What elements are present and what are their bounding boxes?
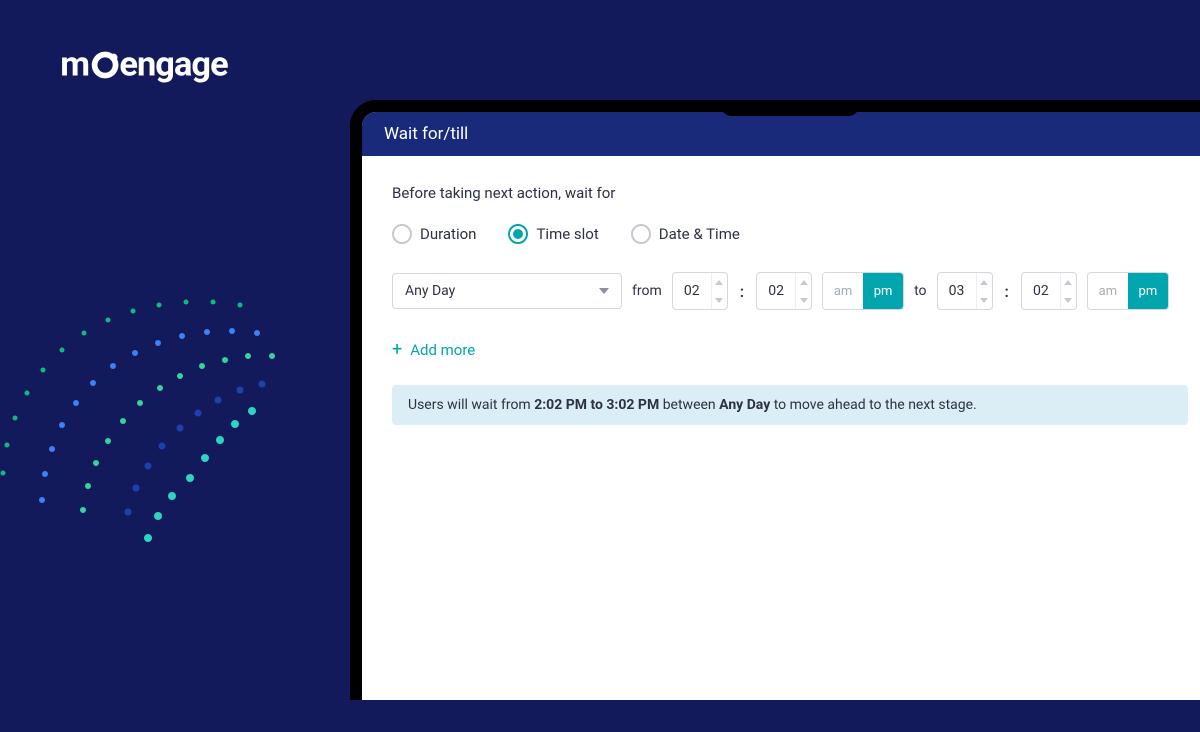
- step-down-icon[interactable]: [1061, 291, 1076, 309]
- to-ampm-toggle[interactable]: am pm: [1087, 272, 1169, 310]
- chevron-down-icon: [599, 288, 609, 294]
- add-more-label: Add more: [410, 341, 475, 359]
- summary-day: Any Day: [719, 397, 770, 413]
- radio-label: Duration: [420, 225, 476, 243]
- step-down-icon[interactable]: [796, 291, 811, 309]
- panel-title: Wait for/till: [362, 112, 1200, 156]
- to-am-option[interactable]: am: [1088, 273, 1128, 309]
- wait-prompt: Before taking next action, wait for: [392, 184, 1188, 202]
- device-frame: Wait for/till Before taking next action,…: [350, 100, 1200, 700]
- step-up-icon[interactable]: [796, 273, 811, 291]
- from-minute-value: 02: [757, 273, 795, 309]
- plus-icon: +: [392, 341, 402, 359]
- from-pm-option[interactable]: pm: [863, 273, 903, 309]
- step-up-icon[interactable]: [1061, 273, 1076, 291]
- radio-duration[interactable]: Duration: [392, 224, 476, 244]
- to-minute-value: 02: [1022, 273, 1060, 309]
- time-colon: :: [738, 282, 746, 301]
- to-hour-value: 03: [938, 273, 976, 309]
- radio-icon: [508, 224, 528, 244]
- from-hour-stepper[interactable]: 02: [672, 272, 728, 310]
- radio-label: Date & Time: [659, 225, 740, 243]
- timeslot-row: Any Day from 02 : 02: [392, 272, 1188, 310]
- to-label: to: [914, 283, 926, 299]
- summary-suffix: to move ahead to the next stage.: [770, 397, 977, 413]
- from-minute-stepper[interactable]: 02: [756, 272, 812, 310]
- svg-text:m: m: [60, 45, 89, 85]
- step-down-icon[interactable]: [712, 291, 727, 309]
- radio-datetime[interactable]: Date & Time: [631, 224, 740, 244]
- app-screen: Wait for/till Before taking next action,…: [362, 112, 1200, 700]
- to-hour-stepper[interactable]: 03: [937, 272, 993, 310]
- from-hour-value: 02: [673, 273, 711, 309]
- summary-range: 2:02 PM to 3:02 PM: [534, 397, 659, 413]
- brand-logo: m engage: [60, 45, 280, 87]
- from-ampm-toggle[interactable]: am pm: [822, 272, 904, 310]
- day-select[interactable]: Any Day: [392, 273, 622, 309]
- radio-label: Time slot: [536, 225, 598, 243]
- wait-type-radio-group: Duration Time slot Date & Time: [392, 224, 1188, 244]
- from-label: from: [632, 283, 662, 299]
- from-am-option[interactable]: am: [823, 273, 863, 309]
- radio-icon: [392, 224, 412, 244]
- svg-text:engage: engage: [119, 45, 228, 85]
- summary-banner: Users will wait from 2:02 PM to 3:02 PM …: [392, 385, 1188, 425]
- step-up-icon[interactable]: [712, 273, 727, 291]
- time-colon: :: [1003, 282, 1011, 301]
- add-more-button[interactable]: + Add more: [392, 341, 475, 359]
- day-select-value: Any Day: [405, 283, 455, 299]
- step-up-icon[interactable]: [977, 273, 992, 291]
- radio-timeslot[interactable]: Time slot: [508, 224, 598, 244]
- radio-icon: [631, 224, 651, 244]
- summary-mid: between: [659, 397, 719, 413]
- to-minute-stepper[interactable]: 02: [1021, 272, 1077, 310]
- to-pm-option[interactable]: pm: [1128, 273, 1168, 309]
- device-notch: [720, 100, 860, 116]
- step-down-icon[interactable]: [977, 291, 992, 309]
- summary-prefix: Users will wait from: [408, 397, 534, 413]
